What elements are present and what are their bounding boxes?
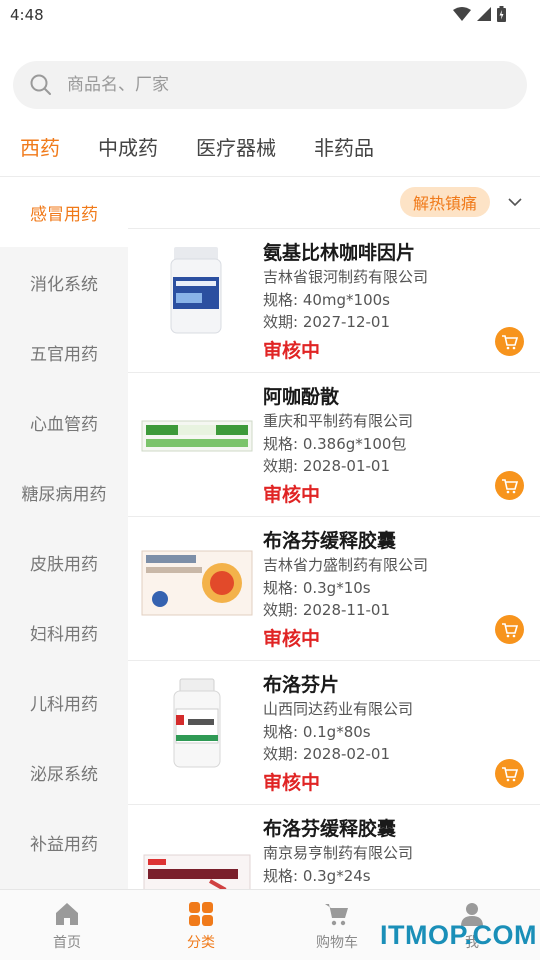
product-name: 布洛芬缓释胶囊 xyxy=(263,530,397,552)
product-status: 审核中 xyxy=(263,340,321,362)
product-item[interactable]: 布洛芬片 山西同达药业有限公司 规格: 0.1g*80s 效期: 2028-02… xyxy=(128,661,540,805)
category-sidebar: 感冒用药 消化系统 五官用药 心血管药 糖尿病用药 皮肤用药 妇科用药 儿科用药… xyxy=(0,177,128,889)
cart-icon xyxy=(501,622,518,637)
top-category-tabs: 西药 中成药 医疗器械 非药品 xyxy=(0,126,540,166)
tab-chinese-patent-medicine[interactable]: 中成药 xyxy=(98,132,158,161)
sidebar-item-diabetes[interactable]: 糖尿病用药 xyxy=(0,457,128,527)
product-name: 氨基比林咖啡因片 xyxy=(263,242,416,264)
product-item[interactable]: 布洛芬缓释胶囊 南京易亨制药有限公司 规格: 0.3g*24s xyxy=(128,805,540,889)
product-expiry: 效期: 2028-11-01 xyxy=(263,601,390,619)
product-spec: 规格: 0.1g*80s xyxy=(263,723,371,741)
product-expiry: 效期: 2027-12-01 xyxy=(263,313,390,331)
status-icons xyxy=(453,6,506,22)
cart-icon xyxy=(501,478,518,493)
search-bar[interactable] xyxy=(13,61,527,109)
product-item[interactable]: 布洛芬缓释胶囊 吉林省力盛制药有限公司 规格: 0.3g*10s 效期: 202… xyxy=(128,517,540,661)
product-spec: 规格: 40mg*100s xyxy=(263,291,390,309)
sidebar-item-cold[interactable]: 感冒用药 xyxy=(0,177,128,247)
sidebar-item-skin[interactable]: 皮肤用药 xyxy=(0,527,128,597)
product-item[interactable]: 阿咖酚散 重庆和平制药有限公司 规格: 0.386g*100包 效期: 2028… xyxy=(128,373,540,517)
product-image xyxy=(141,550,253,616)
search-input[interactable] xyxy=(67,75,487,95)
tab-non-drug[interactable]: 非药品 xyxy=(314,132,374,161)
product-image xyxy=(170,247,222,334)
search-icon xyxy=(30,74,51,95)
status-bar: 4:48 xyxy=(0,0,540,32)
product-status: 审核中 xyxy=(263,772,321,794)
subcategory-tag[interactable]: 解热镇痛 xyxy=(400,187,491,217)
add-to-cart-button[interactable] xyxy=(495,327,524,356)
signal-icon xyxy=(477,7,491,21)
product-spec: 规格: 0.386g*100包 xyxy=(263,435,407,453)
product-image xyxy=(141,420,253,452)
sidebar-item-gynecology[interactable]: 妇科用药 xyxy=(0,597,128,667)
product-spec: 规格: 0.3g*10s xyxy=(263,579,371,597)
product-name: 布洛芬缓释胶囊 xyxy=(263,818,397,840)
nav-category[interactable]: 分类 xyxy=(161,900,241,952)
home-icon xyxy=(56,903,78,925)
cart-icon xyxy=(325,904,348,926)
add-to-cart-button[interactable] xyxy=(495,471,524,500)
product-name: 阿咖酚散 xyxy=(263,386,340,408)
chevron-down-icon[interactable] xyxy=(506,193,524,211)
product-name: 布洛芬片 xyxy=(263,674,340,696)
tab-western-medicine[interactable]: 西药 xyxy=(20,132,60,161)
product-spec: 规格: 0.3g*24s xyxy=(263,867,371,885)
battery-icon xyxy=(497,6,506,22)
sidebar-item-digestive[interactable]: 消化系统 xyxy=(0,247,128,317)
sidebar-item-tonic[interactable]: 补益用药 xyxy=(0,807,128,877)
product-expiry: 效期: 2028-02-01 xyxy=(263,745,390,763)
nav-cart[interactable]: 购物车 xyxy=(297,900,377,952)
product-image xyxy=(143,854,251,889)
sidebar-item-ent[interactable]: 五官用药 xyxy=(0,317,128,387)
product-list-panel: 解热镇痛 氨基比林咖啡因片 吉林省银河制药有限公司 规格: 40mg*100s … xyxy=(128,177,540,889)
cart-icon xyxy=(501,766,518,781)
product-item[interactable]: 氨基比林咖啡因片 吉林省银河制药有限公司 规格: 40mg*100s 效期: 2… xyxy=(128,229,540,373)
wifi-icon xyxy=(453,7,471,21)
nav-label: 购物车 xyxy=(316,935,358,951)
nav-home[interactable]: 首页 xyxy=(27,900,107,952)
nav-label: 首页 xyxy=(53,935,81,951)
product-manufacturer: 吉林省力盛制药有限公司 xyxy=(263,556,429,574)
tab-medical-devices[interactable]: 医疗器械 xyxy=(196,132,276,161)
sidebar-item-pediatrics[interactable]: 儿科用药 xyxy=(0,667,128,737)
product-manufacturer: 吉林省银河制药有限公司 xyxy=(263,268,429,286)
add-to-cart-button[interactable] xyxy=(495,615,524,644)
cart-icon xyxy=(501,334,518,349)
category-icon xyxy=(189,902,213,926)
product-manufacturer: 山西同达药业有限公司 xyxy=(263,700,414,718)
product-status: 审核中 xyxy=(263,628,321,650)
add-to-cart-button[interactable] xyxy=(495,759,524,788)
status-time: 4:48 xyxy=(10,6,44,24)
sidebar-item-cardiovascular[interactable]: 心血管药 xyxy=(0,387,128,457)
product-manufacturer: 重庆和平制药有限公司 xyxy=(263,412,414,430)
nav-label: 分类 xyxy=(187,935,215,951)
product-expiry: 效期: 2028-01-01 xyxy=(263,457,390,475)
watermark: ITMOP.COM xyxy=(380,920,538,950)
product-manufacturer: 南京易亨制药有限公司 xyxy=(263,844,414,862)
sidebar-item-urinary[interactable]: 泌尿系统 xyxy=(0,737,128,807)
product-image xyxy=(173,678,221,768)
product-status: 审核中 xyxy=(263,484,321,506)
